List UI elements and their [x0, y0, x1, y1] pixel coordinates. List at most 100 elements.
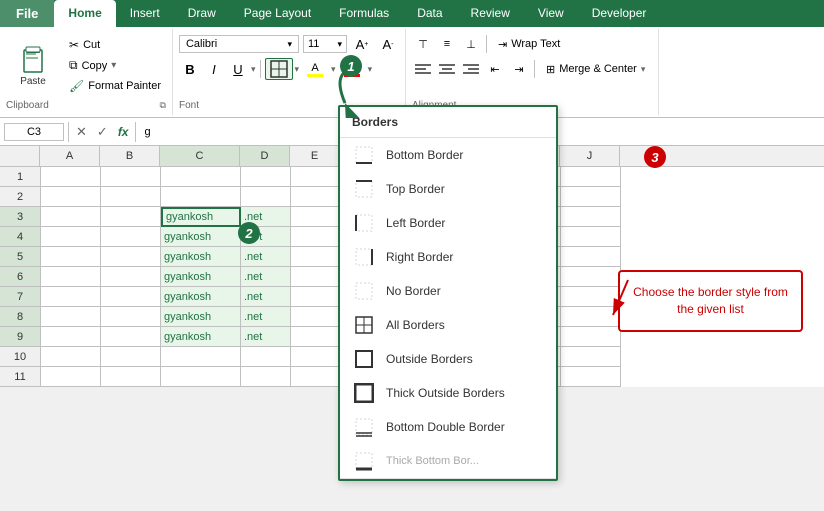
file-tab[interactable]: File [0, 0, 54, 27]
col-header-e[interactable]: E [290, 146, 340, 166]
cell-a2[interactable] [41, 187, 101, 207]
italic-button[interactable]: I [203, 58, 225, 80]
cell-d1[interactable] [241, 167, 291, 187]
row-header-8[interactable]: 8 [0, 307, 40, 327]
cell-e3[interactable] [291, 207, 341, 227]
align-bottom-button[interactable]: ⊥ [460, 33, 482, 55]
underline-button[interactable]: U [227, 58, 249, 80]
cell-e9[interactable] [291, 327, 341, 347]
cell-j7[interactable] [561, 287, 621, 307]
left-border-item[interactable]: Left Border [340, 206, 556, 240]
bold-button[interactable]: B [179, 58, 201, 80]
confirm-formula-icon[interactable]: ✓ [94, 124, 111, 140]
cell-d2[interactable] [241, 187, 291, 207]
align-left-button[interactable] [412, 58, 434, 80]
cell-c5[interactable]: gyankosh [161, 247, 241, 267]
thick-outside-borders-item[interactable]: Thick Outside Borders [340, 376, 556, 410]
cell-e8[interactable] [291, 307, 341, 327]
row-header-7[interactable]: 7 [0, 287, 40, 307]
insert-function-icon[interactable]: fx [115, 125, 132, 139]
cancel-formula-icon[interactable]: ✕ [73, 124, 90, 140]
formulas-tab[interactable]: Formulas [325, 0, 403, 27]
cell-d9[interactable]: .net [241, 327, 291, 347]
cell-c7[interactable]: gyankosh [161, 287, 241, 307]
row-header-10[interactable]: 10 [0, 347, 40, 367]
cell-b4[interactable] [101, 227, 161, 247]
row-header-1[interactable]: 1 [0, 167, 40, 187]
row-header-4[interactable]: 4 [0, 227, 40, 247]
font-name-dropdown[interactable]: Calibri ▾ [179, 35, 299, 53]
col-header-b[interactable]: B [100, 146, 160, 166]
cell-b9[interactable] [101, 327, 161, 347]
row-header-11[interactable]: 11 [0, 367, 40, 387]
cell-j2[interactable] [561, 187, 621, 207]
cell-e7[interactable] [291, 287, 341, 307]
cell-b6[interactable] [101, 267, 161, 287]
cell-c10[interactable] [161, 347, 241, 367]
cell-b7[interactable] [101, 287, 161, 307]
cell-e2[interactable] [291, 187, 341, 207]
cell-c11[interactable] [161, 367, 241, 387]
row-header-3[interactable]: 3 [0, 207, 40, 227]
cell-e1[interactable] [291, 167, 341, 187]
cell-j10[interactable] [561, 347, 621, 367]
cell-b2[interactable] [101, 187, 161, 207]
right-border-item[interactable]: Right Border [340, 240, 556, 274]
col-header-d[interactable]: D [240, 146, 290, 166]
cell-d10[interactable] [241, 347, 291, 367]
cell-b11[interactable] [101, 367, 161, 387]
copy-button[interactable]: ⧉ Copy ▾ [64, 55, 166, 76]
cell-e5[interactable] [291, 247, 341, 267]
borders-button[interactable] [265, 58, 293, 80]
all-borders-item[interactable]: All Borders [340, 308, 556, 342]
cell-j11[interactable] [561, 367, 621, 387]
cell-c4[interactable]: gyankosh [161, 227, 241, 247]
cell-e4[interactable] [291, 227, 341, 247]
insert-tab[interactable]: Insert [116, 0, 174, 27]
cell-a9[interactable] [41, 327, 101, 347]
cell-a6[interactable] [41, 267, 101, 287]
borders-arrow[interactable]: ▾ [295, 64, 300, 75]
cell-c9[interactable]: gyankosh [161, 327, 241, 347]
cell-a1[interactable] [41, 167, 101, 187]
cell-a7[interactable] [41, 287, 101, 307]
align-top-button[interactable]: ⊤ [412, 33, 434, 55]
no-border-item[interactable]: No Border [340, 274, 556, 308]
cell-a4[interactable] [41, 227, 101, 247]
cell-j4[interactable] [561, 227, 621, 247]
cell-c8[interactable]: gyankosh [161, 307, 241, 327]
cell-a10[interactable] [41, 347, 101, 367]
cell-b1[interactable] [101, 167, 161, 187]
page-layout-tab[interactable]: Page Layout [230, 0, 325, 27]
font-size-dropdown[interactable]: 11 ▾ [303, 35, 347, 53]
row-header-2[interactable]: 2 [0, 187, 40, 207]
col-header-c[interactable]: C [160, 146, 240, 166]
view-tab[interactable]: View [524, 0, 578, 27]
cell-j9[interactable] [561, 327, 621, 347]
cell-d5[interactable]: .net [241, 247, 291, 267]
cell-c6[interactable]: gyankosh [161, 267, 241, 287]
outside-borders-item[interactable]: Outside Borders [340, 342, 556, 376]
cell-j8[interactable] [561, 307, 621, 327]
developer-tab[interactable]: Developer [578, 0, 661, 27]
cell-b5[interactable] [101, 247, 161, 267]
cell-c2[interactable] [161, 187, 241, 207]
cell-c3[interactable]: gyankosh [161, 207, 241, 227]
align-right-button[interactable] [460, 58, 482, 80]
increase-font-button[interactable]: A+ [351, 33, 373, 55]
thick-bottom-border-item[interactable]: Thick Bottom Bor... [340, 444, 556, 479]
indent-decrease-button[interactable]: ⇤ [484, 58, 506, 80]
cell-a11[interactable] [41, 367, 101, 387]
cell-e10[interactable] [291, 347, 341, 367]
wrap-text-button[interactable]: ⇥ Wrap Text [491, 35, 567, 54]
paste-button[interactable]: Paste [6, 33, 60, 98]
col-header-a[interactable]: A [40, 146, 100, 166]
cell-a5[interactable] [41, 247, 101, 267]
cell-j5[interactable] [561, 247, 621, 267]
cell-a8[interactable] [41, 307, 101, 327]
cell-e11[interactable] [291, 367, 341, 387]
cell-b3[interactable] [101, 207, 161, 227]
cell-d8[interactable]: .net [241, 307, 291, 327]
clipboard-expand-icon[interactable]: ⧉ [160, 100, 166, 111]
cell-d11[interactable] [241, 367, 291, 387]
